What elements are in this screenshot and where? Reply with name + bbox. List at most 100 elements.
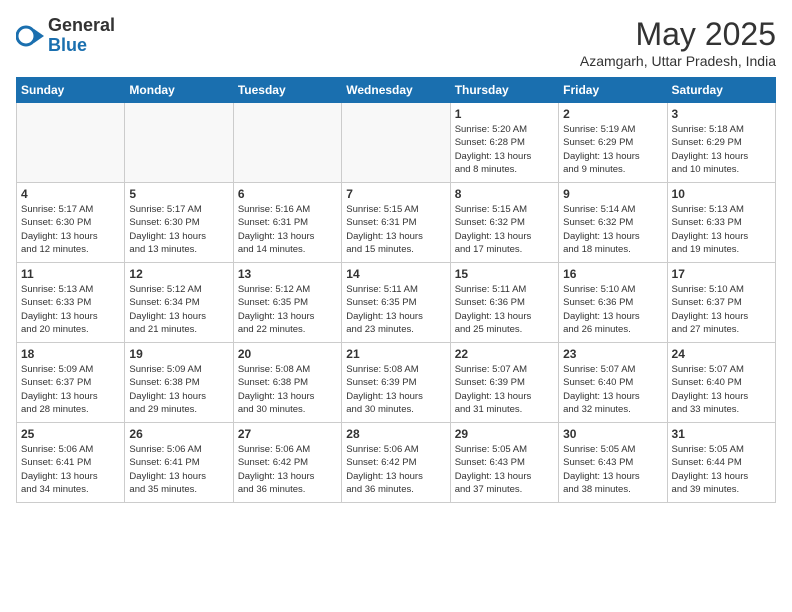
calendar-cell: 27 Sunrise: 5:06 AM Sunset: 6:42 PM Dayli… [233, 423, 341, 503]
calendar-cell [233, 103, 341, 183]
day-info: Sunrise: 5:07 AM Sunset: 6:40 PM Dayligh… [672, 363, 771, 416]
day-number: 27 [238, 427, 337, 441]
day-number: 11 [21, 267, 120, 281]
day-info: Sunrise: 5:15 AM Sunset: 6:32 PM Dayligh… [455, 203, 554, 256]
day-info: Sunrise: 5:08 AM Sunset: 6:39 PM Dayligh… [346, 363, 445, 416]
calendar-cell: 31Sunrise: 5:05 AM Sunset: 6:44 PM Dayli… [667, 423, 775, 503]
day-number: 16 [563, 267, 662, 281]
day-info: Sunrise: 5:14 AM Sunset: 6:32 PM Dayligh… [563, 203, 662, 256]
calendar-header-tuesday: Tuesday [233, 78, 341, 103]
day-info: Sunrise: 5:12 AM Sunset: 6:35 PM Dayligh… [238, 283, 337, 336]
calendar-cell: 12 Sunrise: 5:12 AM Sunset: 6:34 PM Dayli… [125, 263, 233, 343]
day-number: 28 [346, 427, 445, 441]
day-number: 24 [672, 347, 771, 361]
day-number: 23 [563, 347, 662, 361]
calendar-week-0: 1 Sunrise: 5:20 AM Sunset: 6:28 PM Daylig… [17, 103, 776, 183]
calendar-week-1: 4 Sunrise: 5:17 AM Sunset: 6:30 PM Daylig… [17, 183, 776, 263]
day-number: 18 [21, 347, 120, 361]
calendar-cell: 28 Sunrise: 5:06 AM Sunset: 6:42 PM Dayli… [342, 423, 450, 503]
day-info: Sunrise: 5:11 AM Sunset: 6:35 PM Dayligh… [346, 283, 445, 336]
calendar-cell: 20Sunrise: 5:08 AM Sunset: 6:38 PM Dayli… [233, 343, 341, 423]
day-number: 13 [238, 267, 337, 281]
day-number: 17 [672, 267, 771, 281]
calendar-cell: 16 Sunrise: 5:10 AM Sunset: 6:36 PM Dayli… [559, 263, 667, 343]
calendar-cell [342, 103, 450, 183]
day-number: 10 [672, 187, 771, 201]
day-info: Sunrise: 5:10 AM Sunset: 6:37 PM Dayligh… [672, 283, 771, 336]
logo-general-text: General [48, 15, 115, 35]
calendar-header-saturday: Saturday [667, 78, 775, 103]
calendar-cell: 18 Sunrise: 5:09 AM Sunset: 6:37 PM Dayli… [17, 343, 125, 423]
day-number: 21 [346, 347, 445, 361]
day-number: 9 [563, 187, 662, 201]
day-number: 15 [455, 267, 554, 281]
calendar-header-wednesday: Wednesday [342, 78, 450, 103]
day-info: Sunrise: 5:06 AM Sunset: 6:41 PM Dayligh… [129, 443, 228, 496]
calendar-cell: 3Sunrise: 5:18 AM Sunset: 6:29 PM Daylig… [667, 103, 775, 183]
day-number: 30 [563, 427, 662, 441]
location-title: Azamgarh, Uttar Pradesh, India [580, 53, 776, 69]
day-info: Sunrise: 5:09 AM Sunset: 6:38 PM Dayligh… [129, 363, 228, 416]
calendar-cell: 29 Sunrise: 5:05 AM Sunset: 6:43 PM Dayli… [450, 423, 558, 503]
page: General Blue May 2025 Azamgarh, Uttar Pr… [0, 0, 792, 519]
calendar-cell: 13 Sunrise: 5:12 AM Sunset: 6:35 PM Dayli… [233, 263, 341, 343]
day-number: 2 [563, 107, 662, 121]
day-info: Sunrise: 5:05 AM Sunset: 6:43 PM Dayligh… [455, 443, 554, 496]
day-info: Sunrise: 5:13 AM Sunset: 6:33 PM Dayligh… [21, 283, 120, 336]
calendar-cell [17, 103, 125, 183]
calendar-cell [125, 103, 233, 183]
day-number: 1 [455, 107, 554, 121]
logo: General Blue [16, 16, 115, 56]
calendar-cell: 30 Sunrise: 5:05 AM Sunset: 6:43 PM Dayli… [559, 423, 667, 503]
month-title: May 2025 [580, 16, 776, 53]
calendar-cell: 5Sunrise: 5:17 AM Sunset: 6:30 PM Daylig… [125, 183, 233, 263]
calendar-cell: 17 Sunrise: 5:10 AM Sunset: 6:37 PM Dayli… [667, 263, 775, 343]
day-number: 14 [346, 267, 445, 281]
day-number: 3 [672, 107, 771, 121]
day-info: Sunrise: 5:11 AM Sunset: 6:36 PM Dayligh… [455, 283, 554, 336]
day-number: 8 [455, 187, 554, 201]
calendar-cell: 22Sunrise: 5:07 AM Sunset: 6:39 PM Dayli… [450, 343, 558, 423]
day-info: Sunrise: 5:17 AM Sunset: 6:30 PM Dayligh… [21, 203, 120, 256]
calendar-table: SundayMondayTuesdayWednesdayThursdayFrid… [16, 77, 776, 503]
day-number: 12 [129, 267, 228, 281]
calendar-cell: 26Sunrise: 5:06 AM Sunset: 6:41 PM Dayli… [125, 423, 233, 503]
calendar-header-row: SundayMondayTuesdayWednesdayThursdayFrid… [17, 78, 776, 103]
day-info: Sunrise: 5:10 AM Sunset: 6:36 PM Dayligh… [563, 283, 662, 336]
day-info: Sunrise: 5:06 AM Sunset: 6:42 PM Dayligh… [238, 443, 337, 496]
calendar-cell: 10Sunrise: 5:13 AM Sunset: 6:33 PM Dayli… [667, 183, 775, 263]
day-number: 6 [238, 187, 337, 201]
day-number: 4 [21, 187, 120, 201]
day-number: 22 [455, 347, 554, 361]
day-number: 5 [129, 187, 228, 201]
calendar-header-sunday: Sunday [17, 78, 125, 103]
day-info: Sunrise: 5:19 AM Sunset: 6:29 PM Dayligh… [563, 123, 662, 176]
day-info: Sunrise: 5:05 AM Sunset: 6:43 PM Dayligh… [563, 443, 662, 496]
calendar-cell: 2 Sunrise: 5:19 AM Sunset: 6:29 PM Daylig… [559, 103, 667, 183]
logo-icon [16, 22, 44, 50]
calendar-week-3: 18 Sunrise: 5:09 AM Sunset: 6:37 PM Dayli… [17, 343, 776, 423]
day-number: 31 [672, 427, 771, 441]
day-info: Sunrise: 5:20 AM Sunset: 6:28 PM Dayligh… [455, 123, 554, 176]
day-number: 19 [129, 347, 228, 361]
calendar-cell: 9 Sunrise: 5:14 AM Sunset: 6:32 PM Daylig… [559, 183, 667, 263]
day-info: Sunrise: 5:06 AM Sunset: 6:41 PM Dayligh… [21, 443, 120, 496]
day-info: Sunrise: 5:09 AM Sunset: 6:37 PM Dayligh… [21, 363, 120, 416]
calendar-cell: 7Sunrise: 5:15 AM Sunset: 6:31 PM Daylig… [342, 183, 450, 263]
calendar-cell: 14 Sunrise: 5:11 AM Sunset: 6:35 PM Dayli… [342, 263, 450, 343]
title-block: May 2025 Azamgarh, Uttar Pradesh, India [580, 16, 776, 69]
day-info: Sunrise: 5:16 AM Sunset: 6:31 PM Dayligh… [238, 203, 337, 256]
header: General Blue May 2025 Azamgarh, Uttar Pr… [16, 16, 776, 69]
calendar-header-friday: Friday [559, 78, 667, 103]
calendar-cell: 21 Sunrise: 5:08 AM Sunset: 6:39 PM Dayli… [342, 343, 450, 423]
logo-blue-text: Blue [48, 35, 87, 55]
calendar-header-thursday: Thursday [450, 78, 558, 103]
calendar-cell: 6 Sunrise: 5:16 AM Sunset: 6:31 PM Daylig… [233, 183, 341, 263]
day-number: 29 [455, 427, 554, 441]
calendar-cell: 4 Sunrise: 5:17 AM Sunset: 6:30 PM Daylig… [17, 183, 125, 263]
day-info: Sunrise: 5:07 AM Sunset: 6:40 PM Dayligh… [563, 363, 662, 416]
day-info: Sunrise: 5:12 AM Sunset: 6:34 PM Dayligh… [129, 283, 228, 336]
day-number: 25 [21, 427, 120, 441]
calendar-cell: 8 Sunrise: 5:15 AM Sunset: 6:32 PM Daylig… [450, 183, 558, 263]
day-info: Sunrise: 5:06 AM Sunset: 6:42 PM Dayligh… [346, 443, 445, 496]
